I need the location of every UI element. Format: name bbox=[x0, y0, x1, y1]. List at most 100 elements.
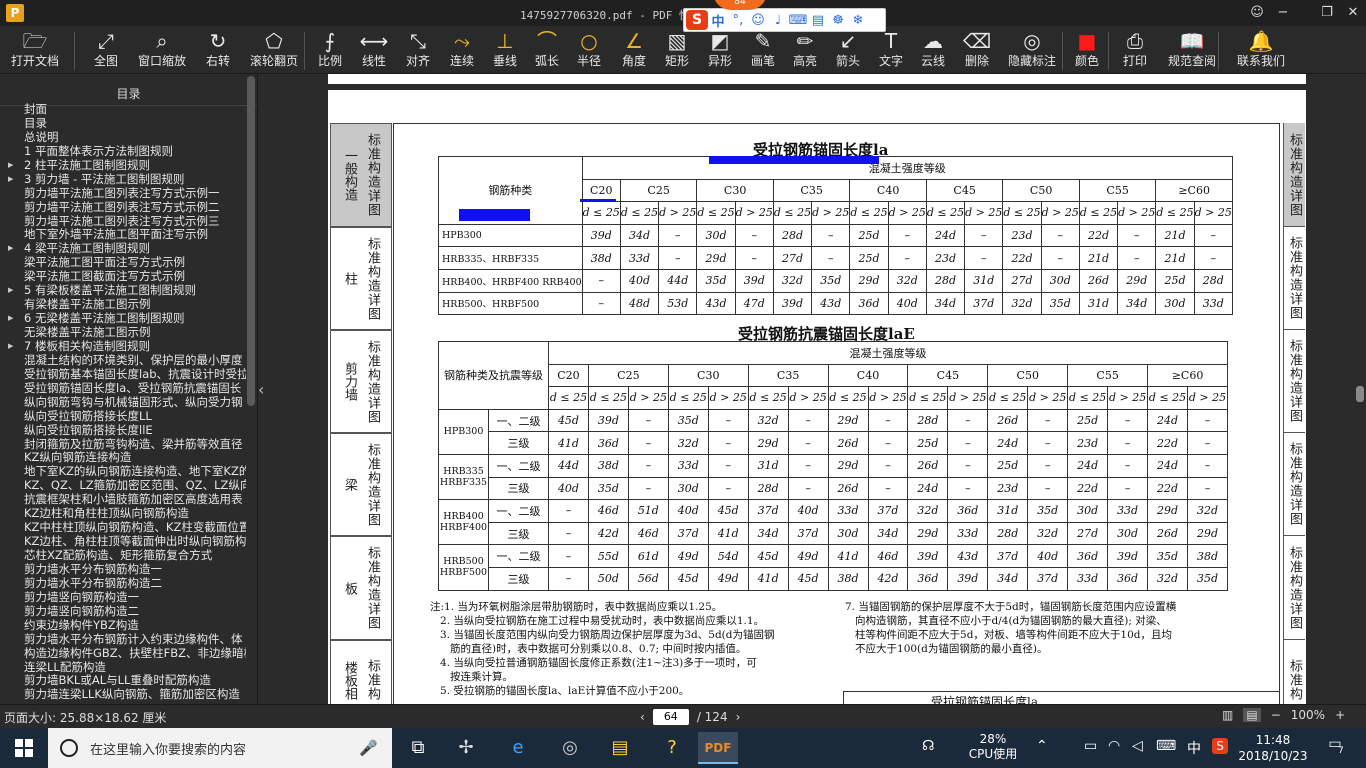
ime-toolbar[interactable]: S 中 °, ☺ ♩ ⌨ ▤ ☸ ❄ bbox=[683, 8, 886, 32]
toc-item[interactable]: KZ中柱柱顶纵向钢筋构造、KZ柱变截面位置 bbox=[0, 520, 246, 534]
toolbar-cloud-line-button[interactable]: ☁ 云线 bbox=[912, 28, 954, 72]
viewer-scrollbar[interactable] bbox=[1356, 386, 1364, 402]
toolbar-arrow-button[interactable]: ↙ 箭头 bbox=[828, 28, 868, 72]
user-icon[interactable]: ☺ bbox=[1244, 0, 1270, 26]
toolbar-highlighter-button[interactable]: ✏ 高亮 bbox=[784, 28, 826, 72]
toc-item[interactable]: 4 梁平法施工图制图规则 bbox=[0, 241, 246, 255]
toc-item[interactable]: 剪力墙竖向钢筋构造二 bbox=[0, 604, 246, 618]
toc-item[interactable]: 剪力墙竖向钢筋构造一 bbox=[0, 590, 246, 604]
microphone-icon[interactable]: 🎤 bbox=[359, 739, 378, 757]
toc-item[interactable]: 剪力墙平法施工图列表注写方式示例三 bbox=[0, 214, 246, 228]
toc-item[interactable]: 6 无梁楼盖平法施工图制图规则 bbox=[0, 311, 246, 325]
toolbar-contact-button[interactable]: 🔔 联系我们 bbox=[1226, 28, 1296, 72]
toolbar-hide-annotation-button[interactable]: ◎ 隐藏标注 bbox=[1000, 28, 1064, 72]
people-icon[interactable]: ☊ bbox=[922, 738, 934, 754]
toc-item[interactable]: 目录 bbox=[0, 116, 246, 130]
ime-skin-icon[interactable]: ☸ bbox=[828, 13, 848, 28]
ime-language-indicator[interactable]: 中 bbox=[1187, 738, 1201, 758]
tray-expand-icon[interactable]: ⌃ bbox=[1036, 738, 1048, 754]
next-page-icon[interactable]: › bbox=[736, 710, 741, 724]
toolbar-fit-page-button[interactable]: ⤢ 全图 bbox=[84, 28, 128, 72]
prev-page-icon[interactable]: ‹ bbox=[640, 710, 645, 724]
zoom-out-icon[interactable]: − bbox=[1271, 708, 1281, 722]
sogou-tray-icon[interactable]: S bbox=[1212, 738, 1228, 754]
toc-item[interactable]: 1 平面整体表示方法制图规则 bbox=[0, 144, 246, 158]
collapse-sidebar-icon[interactable]: ‹ bbox=[258, 380, 264, 399]
toolbar-radius-button[interactable]: ○ 半径 bbox=[568, 28, 610, 72]
toolbar-rotate-right-button[interactable]: ↻ 右转 bbox=[196, 28, 240, 72]
ime-punct-icon[interactable]: °, bbox=[728, 13, 748, 28]
toc-item[interactable]: 剪力墙水平分布钢筋构造二 bbox=[0, 576, 246, 590]
toolbar-folder-button[interactable]: 🗁 打开文档 bbox=[2, 28, 68, 72]
toc-item[interactable]: 3 剪力墙 - 平法施工图制图规则 bbox=[0, 172, 246, 186]
toolbar-scale-button[interactable]: ⨍ 比例 bbox=[310, 28, 350, 72]
toc-item[interactable]: 约束边缘构件YBZ构造 bbox=[0, 618, 246, 632]
toc-item[interactable]: 纵向受拉钢筋搭接长度llE bbox=[0, 423, 246, 437]
toc-item[interactable]: 梁平法施工图平面注写方式示例 bbox=[0, 255, 246, 269]
toc-item[interactable]: KZ边柱和角柱柱顶纵向钢筋构造 bbox=[0, 506, 246, 520]
help-app-icon[interactable]: ? bbox=[652, 732, 692, 764]
toolbar-align-measure-button[interactable]: ⤡ 对齐 bbox=[398, 28, 438, 72]
toolbar-printer-button[interactable]: ⎙ 打印 bbox=[1114, 28, 1156, 72]
zoom-in-icon[interactable]: + bbox=[1335, 708, 1345, 722]
task-view-icon[interactable]: ⧉ bbox=[398, 732, 438, 764]
clock[interactable]: 11:48 2018/10/23 bbox=[1238, 732, 1308, 764]
wifi-icon[interactable]: ◠ bbox=[1108, 738, 1120, 754]
zoom-level[interactable]: 100% bbox=[1291, 708, 1325, 722]
taskbar-search[interactable]: 在这里输入你要搜索的内容 🎤 bbox=[48, 728, 392, 768]
toc-item[interactable]: 封面 bbox=[0, 102, 246, 116]
toc-item[interactable]: 5 有梁板楼盖平法施工图制图规则 bbox=[0, 283, 246, 297]
close-button[interactable]: ✕ bbox=[1340, 0, 1366, 26]
toc-item[interactable]: 7 楼板相关构造制图规则 bbox=[0, 339, 246, 353]
action-center-icon[interactable]: ▭ 7 bbox=[1322, 736, 1348, 760]
toc-item[interactable]: 剪力墙水平分布钢筋构造一 bbox=[0, 562, 246, 576]
start-button[interactable] bbox=[0, 728, 48, 768]
ime-keyboard-icon[interactable]: ⌨ bbox=[788, 13, 808, 28]
notes-app-icon[interactable]: ▤ bbox=[600, 732, 640, 764]
toc-item[interactable]: 剪力墙水平分布钢筋计入约束边缘构件、体 bbox=[0, 632, 246, 646]
toolbar-book-button[interactable]: 📖 规范查阅 bbox=[1160, 28, 1224, 72]
page-number-input[interactable]: 64 bbox=[652, 709, 689, 725]
toc-item[interactable]: 无梁楼盖平法施工图示例 bbox=[0, 325, 246, 339]
toc-item[interactable]: KZ、QZ、LZ箍筋加密区范围、QZ、LZ纵向钢 bbox=[0, 478, 246, 492]
single-page-view-icon[interactable]: ▥ bbox=[1222, 708, 1233, 722]
toolbar-eraser-button[interactable]: ⌫ 删除 bbox=[956, 28, 998, 72]
keyboard-icon[interactable]: ⌨ bbox=[1156, 738, 1176, 754]
toolbar-perpendicular-button[interactable]: ⊥ 垂线 bbox=[484, 28, 526, 72]
toolbar-arc-length-button[interactable]: ⌒ 弧长 bbox=[526, 28, 568, 72]
ime-emoji-icon[interactable]: ☺ bbox=[748, 13, 768, 28]
volume-icon[interactable]: ◁ bbox=[1132, 738, 1143, 754]
toc-item[interactable]: 封闭箍筋及拉筋弯钩构造、梁并筋等效直径 bbox=[0, 437, 246, 451]
ie-browser-icon[interactable]: e bbox=[498, 732, 538, 764]
toc-item[interactable]: 受拉钢筋锚固长度la、受拉钢筋抗震锚固长 bbox=[0, 381, 246, 395]
toolbar-angle-button[interactable]: ∠ 角度 bbox=[612, 28, 656, 72]
toc-item[interactable]: 地下室KZ的纵向钢筋连接构造、地下室KZ的 bbox=[0, 464, 246, 478]
toolbar-polygon-area-button[interactable]: ◩ 异形 bbox=[700, 28, 740, 72]
toc-item[interactable]: 剪力墙BKL或AL与LL重叠时配筋构造 bbox=[0, 673, 246, 687]
toc-item[interactable]: 总说明 bbox=[0, 130, 246, 144]
sidebar-scrollbar[interactable] bbox=[247, 76, 255, 406]
toc-item[interactable]: 剪力墙连梁LLK纵向钢筋、箍筋加密区构造 bbox=[0, 687, 246, 701]
restore-button[interactable]: ❐ bbox=[1314, 0, 1340, 26]
toc-item[interactable]: 剪力墙平法施工图列表注写方式示例一 bbox=[0, 186, 246, 200]
toolbar-continuous-measure-button[interactable]: ⤳ 连续 bbox=[440, 28, 484, 72]
toolbar-rectangle-area-button[interactable]: ▧ 矩形 bbox=[656, 28, 698, 72]
toolbar-color-swatch-button[interactable]: ■ 颜色 bbox=[1068, 28, 1106, 72]
toc-item[interactable]: 芯柱XZ配筋构造、矩形箍筋复合方式 bbox=[0, 548, 246, 562]
toc-item[interactable]: 纵向钢筋弯钩与机械锚固形式、纵向受力钢 bbox=[0, 395, 246, 409]
sogou-logo-icon[interactable]: S bbox=[686, 10, 708, 30]
toolbar-zoom-button[interactable]: ⌕ 窗口缩放 bbox=[132, 28, 192, 72]
toolbar-linear-measure-button[interactable]: ⟷ 线性 bbox=[352, 28, 396, 72]
toc-item[interactable]: 有梁楼盖平法施工图示例 bbox=[0, 297, 246, 311]
ime-voice-icon[interactable]: ♩ bbox=[768, 13, 788, 28]
pinwheel-app-icon[interactable]: ✢ bbox=[446, 732, 486, 764]
toolbar-mouse-wheel-button[interactable]: ⬠ 滚轮翻页 bbox=[246, 28, 302, 72]
toc-item[interactable]: 2 柱平法施工图制图规则 bbox=[0, 158, 246, 172]
toc-item[interactable]: 地下室外墙平法施工图平面注写示例 bbox=[0, 227, 246, 241]
toc-item[interactable]: 梁平法施工图截面注写方式示例 bbox=[0, 269, 246, 283]
toolbar-pen-button[interactable]: ✎ 画笔 bbox=[742, 28, 784, 72]
toc-item[interactable]: 构造边缘构件GBZ、扶壁柱FBZ、非边缘暗柱 bbox=[0, 646, 246, 660]
toc-item[interactable]: KZ纵向钢筋连接构造 bbox=[0, 450, 246, 464]
ime-toolbox-icon[interactable]: ▤ bbox=[808, 13, 828, 28]
toc-item[interactable]: 混凝土结构的环境类别、保护层的最小厚度 bbox=[0, 353, 246, 367]
